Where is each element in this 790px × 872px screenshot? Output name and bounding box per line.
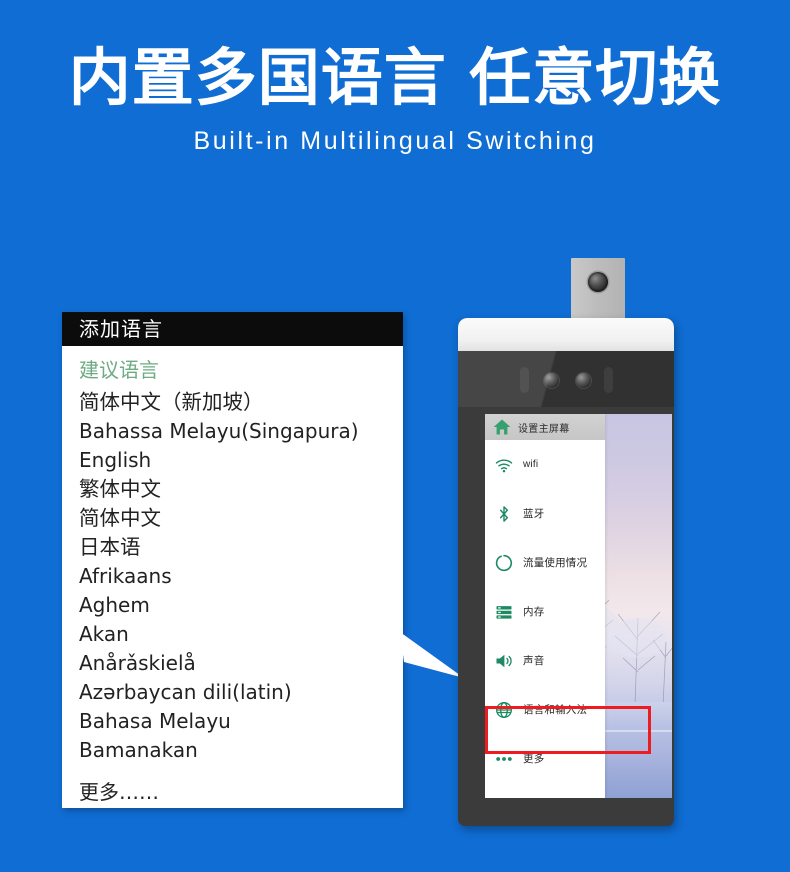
settings-item-label: 语言和输入法 <box>523 704 588 716</box>
list-item[interactable]: Aghem <box>79 591 403 620</box>
settings-menu: 设置主屏幕 wifi 蓝牙 流量使用情况 内存 声音 语言和输入法 更多 <box>485 414 605 798</box>
list-item[interactable]: 日本语 <box>79 533 403 562</box>
settings-home-label: 设置主屏幕 <box>518 423 570 435</box>
wifi-icon <box>495 458 513 472</box>
add-language-title: 添加语言 <box>62 312 403 346</box>
promo-graphic: 内置多国语言 任意切换 Built-in Multilingual Switch… <box>0 0 790 872</box>
sensor-lens-icon <box>588 272 608 292</box>
settings-item-label: 声音 <box>523 655 545 667</box>
callout-arrow-icon <box>400 632 464 678</box>
list-item[interactable]: Bamanakan <box>79 736 403 765</box>
home-icon <box>493 419 511 435</box>
settings-home-header[interactable]: 设置主屏幕 <box>485 414 605 440</box>
suggested-languages-label: 建议语言 <box>79 358 159 382</box>
list-item[interactable]: Azərbaycan dili(latin) <box>79 678 403 707</box>
settings-item-storage[interactable]: 内存 <box>485 587 605 636</box>
device-camera-band <box>458 351 674 407</box>
page-subtitle: Built-in Multilingual Switching <box>193 127 597 155</box>
list-item[interactable]: Akan <box>79 620 403 649</box>
language-list: 建议语言 简体中文（新加坡） Bahassa Melayu(Singapura)… <box>62 346 403 807</box>
settings-item-more[interactable]: 更多 <box>485 734 605 783</box>
list-item[interactable]: Anårǎskielå <box>79 649 403 678</box>
storage-icon <box>496 605 512 619</box>
list-item[interactable]: Bahassa Melayu(Singapura) <box>79 417 403 446</box>
sound-icon <box>496 654 512 667</box>
list-item[interactable]: Afrikaans <box>79 562 403 591</box>
data-usage-icon <box>495 554 513 571</box>
add-language-panel: 添加语言 建议语言 简体中文（新加坡） Bahassa Melayu(Singa… <box>62 312 403 808</box>
list-item[interactable]: Bahasa Melayu <box>79 707 403 736</box>
settings-item-label: 更多 <box>523 753 545 765</box>
list-item[interactable]: 简体中文 <box>79 504 403 533</box>
page-title: 内置多国语言 任意切换 <box>68 41 722 114</box>
face-recognition-terminal: 设置主屏幕 wifi 蓝牙 流量使用情况 内存 声音 语言和输入法 更多 <box>458 258 674 826</box>
more-languages-label[interactable]: 更多…… <box>79 778 403 807</box>
top-sensor-module <box>571 258 625 320</box>
device-top-bezel <box>458 318 674 351</box>
settings-item-label: 蓝牙 <box>523 508 545 520</box>
list-item[interactable]: 繁体中文 <box>79 475 403 504</box>
settings-item-bluetooth[interactable]: 蓝牙 <box>485 489 605 538</box>
settings-item-language-input[interactable]: 语言和输入法 <box>485 685 605 734</box>
settings-item-wifi[interactable]: wifi <box>485 440 605 489</box>
list-item[interactable]: 简体中文（新加坡） <box>79 388 403 417</box>
settings-item-data-usage[interactable]: 流量使用情况 <box>485 538 605 587</box>
device-body: 设置主屏幕 wifi 蓝牙 流量使用情况 内存 声音 语言和输入法 更多 <box>458 318 674 826</box>
more-dots-icon <box>496 756 512 761</box>
settings-item-sound[interactable]: 声音 <box>485 636 605 685</box>
device-screen: 设置主屏幕 wifi 蓝牙 流量使用情况 内存 声音 语言和输入法 更多 <box>485 414 672 798</box>
bluetooth-icon <box>499 505 509 522</box>
globe-icon <box>495 701 513 718</box>
settings-item-label: wifi <box>523 459 539 470</box>
settings-item-label: 内存 <box>523 606 545 618</box>
list-item[interactable]: English <box>79 446 403 475</box>
bezel-glare <box>458 351 674 407</box>
settings-item-label: 流量使用情况 <box>523 557 588 569</box>
